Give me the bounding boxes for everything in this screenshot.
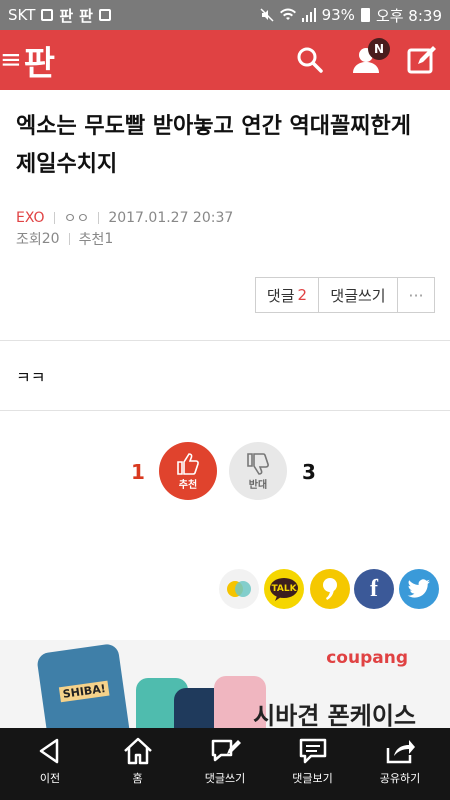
thumbs-up-icon xyxy=(177,452,199,475)
more-icon: ··· xyxy=(408,285,424,305)
kakaotalk-share-button[interactable]: TALK xyxy=(264,569,304,609)
battery-percent: 93% xyxy=(321,6,355,24)
compose-icon xyxy=(407,46,436,74)
post-stats: 조회 20 추천 1 xyxy=(16,229,113,249)
write-comment-icon xyxy=(211,739,241,762)
status-right: 93% 오후 8:39 xyxy=(260,5,442,26)
twitter-share-button[interactable] xyxy=(399,569,439,609)
view-comments-icon xyxy=(299,738,326,764)
ad-brand-logo: coupang xyxy=(326,648,408,668)
views-count: 20 xyxy=(41,231,60,247)
comments-label: 댓글 xyxy=(266,286,295,305)
facebook-icon: f xyxy=(370,575,378,602)
recommends-count: 1 xyxy=(104,231,114,247)
ad-phone-image: SHIBA! xyxy=(36,642,134,728)
recommend-button[interactable]: 추천 xyxy=(159,442,217,500)
twitter-icon xyxy=(407,579,430,598)
kakaostory-icon xyxy=(227,581,251,597)
search-button[interactable] xyxy=(292,42,328,78)
more-button[interactable]: ··· xyxy=(398,278,434,312)
write-comment-button[interactable]: 댓글쓰기 xyxy=(319,278,398,312)
post-title: 엑소는 무도빨 받아놓고 연간 역대꼴찌한게 제일수치지 xyxy=(16,114,411,177)
vote-section: 1 추천 반대 3 xyxy=(0,440,450,504)
download-icon xyxy=(98,9,111,21)
nav-home-label: 홈 xyxy=(132,772,143,785)
profile-button[interactable]: N xyxy=(348,38,390,78)
recommends-label: 추천 xyxy=(78,232,105,248)
facebook-share-button[interactable]: f xyxy=(354,569,394,609)
post-datetime: 2017.01.27 20:37 xyxy=(108,210,234,226)
mute-icon xyxy=(260,8,274,22)
pann-app-icon: 판 xyxy=(59,6,74,25)
post-author: ㅇㅇ xyxy=(63,211,90,227)
bottom-nav: 이전 홈 댓글쓰기 댓글보기 공유하기 xyxy=(0,728,450,800)
recommend-label: 추천 xyxy=(178,479,198,491)
kakaopage-icon xyxy=(323,578,337,600)
views-label: 조회 xyxy=(16,232,42,248)
nav-back[interactable]: 이전 xyxy=(10,728,90,800)
pann-app-icon: 판 xyxy=(79,6,93,25)
signal-icon xyxy=(301,8,316,22)
home-icon xyxy=(123,737,152,765)
post-body: ㅋㅋ xyxy=(16,368,46,387)
divider xyxy=(0,340,450,341)
notification-badge: N xyxy=(368,38,390,60)
nav-home[interactable]: 홈 xyxy=(98,728,178,800)
nav-share-label: 공유하기 xyxy=(379,772,421,785)
wifi-icon xyxy=(279,8,296,20)
divider xyxy=(0,410,450,411)
logo[interactable]: ≡ 판 xyxy=(0,36,55,85)
oppose-button[interactable]: 반대 xyxy=(229,442,287,500)
recommend-count: 1 xyxy=(131,460,145,484)
notification-icon xyxy=(41,9,54,21)
divider xyxy=(98,212,100,224)
divider xyxy=(53,212,55,224)
ad-phone-label: SHIBA! xyxy=(58,680,110,703)
menu-icon[interactable]: ≡ xyxy=(0,47,22,73)
write-comment-label: 댓글쓰기 xyxy=(330,286,386,305)
carrier-label: SKT xyxy=(8,6,36,24)
back-arrow-icon xyxy=(39,738,59,764)
nav-view-comments[interactable]: 댓글보기 xyxy=(273,728,353,800)
nav-write-comment[interactable]: 댓글쓰기 xyxy=(185,728,265,800)
clock: 오후 8:39 xyxy=(375,6,442,25)
kakaopage-share-button[interactable] xyxy=(310,569,350,609)
nav-back-label: 이전 xyxy=(39,772,61,785)
search-icon xyxy=(297,47,323,73)
post-category[interactable]: EXO xyxy=(16,210,45,226)
app-bar: ≡ 판 N xyxy=(0,30,450,90)
status-bar: SKT 판 판 93% 오후 8:39 xyxy=(0,0,450,30)
comment-actions: 댓글 2 댓글쓰기 ··· xyxy=(255,277,435,313)
ad-headline: 시바견 폰케이스 xyxy=(253,702,416,728)
nav-view-comments-label: 댓글보기 xyxy=(292,772,333,785)
nav-share[interactable]: 공유하기 xyxy=(360,728,440,800)
ad-banner[interactable]: SHIBA! coupang 시바견 폰케이스 xyxy=(0,640,450,728)
nav-write-comment-label: 댓글쓰기 xyxy=(204,772,246,785)
status-left: SKT 판 판 xyxy=(8,5,111,26)
app-bar-actions: N xyxy=(292,38,440,78)
battery-icon xyxy=(360,8,370,22)
thumbs-down-icon xyxy=(247,452,269,475)
comments-button[interactable]: 댓글 2 xyxy=(256,278,319,312)
post-meta: EXO ㅇㅇ 2017.01.27 20:37 xyxy=(16,208,233,228)
share-icon xyxy=(386,740,415,764)
divider xyxy=(68,233,70,245)
oppose-count: 3 xyxy=(302,460,316,484)
kakaotalk-label: TALK xyxy=(271,584,297,594)
oppose-label: 반대 xyxy=(248,479,268,491)
kakaostory-share-button[interactable] xyxy=(219,569,259,609)
write-button[interactable] xyxy=(404,42,440,78)
brand-logo: 판 xyxy=(23,43,55,84)
comments-count: 2 xyxy=(297,286,308,304)
